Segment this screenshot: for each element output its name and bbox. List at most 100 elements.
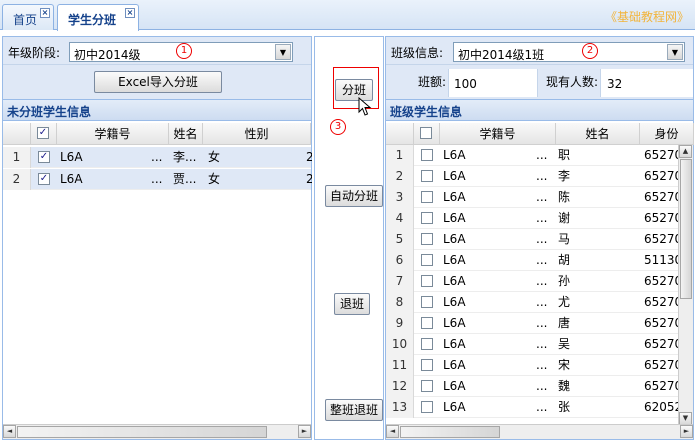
student-id: L6A [443, 295, 466, 309]
table-row[interactable]: 7 L6A... 孙 65270 [386, 271, 693, 292]
row-checkbox[interactable] [421, 338, 433, 350]
student-id-ellipsis: ... [536, 190, 548, 204]
table-row[interactable]: 8 L6A... 尤 65270 [386, 292, 693, 313]
row-number: 11 [386, 355, 414, 376]
row-checkbox[interactable] [421, 401, 433, 413]
student-id-ellipsis: ... [536, 316, 548, 330]
student-id-ellipsis: ... [536, 337, 548, 351]
class-grid-header: 学籍号 姓名 身份 [386, 123, 694, 145]
row-checkbox[interactable] [421, 212, 433, 224]
col-name[interactable]: 姓名 [169, 123, 203, 145]
tab-student-class[interactable]: 学生分班 × [57, 4, 139, 31]
row-checkbox[interactable] [421, 296, 433, 308]
excel-import-button[interactable]: Excel导入分班 [94, 71, 222, 93]
close-icon[interactable]: × [40, 8, 50, 18]
row-checkbox[interactable]: ✓ [38, 151, 50, 163]
select-all-checkbox[interactable] [420, 127, 432, 139]
student-gender: 女 [208, 172, 221, 186]
student-name: 孙 [558, 274, 571, 288]
scroll-thumb[interactable] [400, 426, 500, 438]
withdraw-all-button[interactable]: 整班退班 [325, 399, 383, 421]
scroll-left-icon[interactable]: ◄ [386, 425, 399, 438]
mouse-pointer-icon [358, 97, 372, 116]
table-row[interactable]: 9 L6A... 唐 65270 [386, 313, 693, 334]
row-checkbox[interactable] [421, 170, 433, 182]
student-id: L6A [443, 253, 466, 267]
student-id-number: 65270 [644, 337, 680, 351]
table-row[interactable]: 10 L6A... 吴 65270 [386, 334, 693, 355]
col-gender[interactable]: 性别 [203, 123, 311, 145]
student-id-number: 65270 [644, 274, 680, 288]
scroll-right-icon[interactable]: ► [680, 425, 693, 438]
row-checkbox[interactable] [421, 191, 433, 203]
table-row[interactable]: 3 L6A... 陈 65270 [386, 187, 693, 208]
table-row[interactable]: 12 L6A... 魏 65270 [386, 376, 693, 397]
tab-bar: 首页 × 学生分班 × 《基础教程网》 [0, 0, 695, 31]
student-id-number: 65270 [644, 379, 680, 393]
scroll-thumb[interactable] [17, 426, 267, 438]
table-row[interactable]: 5 L6A... 马 65270 [386, 229, 693, 250]
row-number: 9 [386, 313, 414, 334]
auto-assign-button[interactable]: 自动分班 [325, 185, 383, 207]
class-section-title: 班级学生信息 [386, 99, 693, 121]
row-checkbox[interactable] [421, 380, 433, 392]
scroll-thumb[interactable] [680, 159, 692, 299]
student-name: 李... [173, 150, 197, 164]
table-row[interactable]: 13 L6A... 张 62052 [386, 397, 693, 418]
step-marker-1: 1 [176, 43, 192, 59]
student-id-number: 65270 [644, 211, 680, 225]
student-id: L6A [443, 274, 466, 288]
col-name[interactable]: 姓名 [556, 123, 640, 145]
row-checkbox[interactable] [421, 359, 433, 371]
rownum-header [3, 123, 31, 145]
student-name: 职 [558, 148, 571, 162]
scroll-up-icon[interactable]: ▲ [679, 145, 692, 158]
select-all-checkbox[interactable]: ✓ [37, 127, 49, 139]
student-name: 尤 [558, 295, 571, 309]
table-row[interactable]: 11 L6A... 宋 65270 [386, 355, 693, 376]
vertical-scrollbar[interactable]: ▲ ▼ [678, 145, 693, 425]
row-number: 5 [386, 229, 414, 250]
withdraw-button[interactable]: 退班 [334, 293, 370, 315]
table-row[interactable]: 2 L6A... 李 65270 [386, 166, 693, 187]
table-row[interactable]: 1 L6A... 职 65270 [386, 145, 693, 166]
student-id-ellipsis: ... [536, 295, 548, 309]
row-number: 2 [3, 169, 31, 190]
col-student-id[interactable]: 学籍号 [57, 123, 169, 145]
student-id: L6A [443, 316, 466, 330]
row-checkbox[interactable]: ✓ [38, 173, 50, 185]
row-number: 4 [386, 208, 414, 229]
table-row[interactable]: 4 L6A... 谢 65270 [386, 208, 693, 229]
rownum-header [386, 123, 414, 145]
student-id: L6A [443, 358, 466, 372]
student-id-number: 65270 [644, 169, 680, 183]
chevron-down-icon[interactable]: ▼ [667, 44, 683, 60]
row-checkbox[interactable] [421, 275, 433, 287]
col-student-id[interactable]: 学籍号 [440, 123, 556, 145]
row-checkbox[interactable] [421, 317, 433, 329]
student-name: 谢 [558, 211, 571, 225]
student-extra: 2 [306, 150, 312, 164]
chevron-down-icon[interactable]: ▼ [275, 44, 291, 60]
scroll-left-icon[interactable]: ◄ [3, 425, 16, 438]
tab-home[interactable]: 首页 × [2, 4, 54, 30]
grade-value: 初中2014级 [74, 48, 141, 62]
class-select[interactable]: 初中2014级1班 ▼ [453, 42, 685, 62]
table-row[interactable]: 6 L6A... 胡 51130 [386, 250, 693, 271]
student-id-number: 65270 [644, 358, 680, 372]
close-icon[interactable]: × [125, 8, 135, 18]
student-id-ellipsis: ... [536, 211, 548, 225]
unassigned-grid-header: ✓ 学籍号 姓名 性别 [3, 123, 311, 145]
horizontal-scrollbar[interactable]: ◄ ► [3, 424, 311, 439]
student-id-ellipsis: ... [151, 150, 163, 164]
scroll-right-icon[interactable]: ► [298, 425, 311, 438]
table-row[interactable]: 1 ✓ L6A ... 李... 女 2 [3, 147, 312, 168]
row-checkbox[interactable] [421, 254, 433, 266]
row-number: 1 [386, 145, 414, 166]
col-id-number[interactable]: 身份 [640, 123, 694, 145]
horizontal-scrollbar[interactable]: ◄ ► [386, 424, 693, 439]
table-row[interactable]: 2 ✓ L6A ... 贾... 女 2 [3, 169, 312, 190]
row-checkbox[interactable] [421, 149, 433, 161]
student-name: 贾... [173, 172, 197, 186]
row-checkbox[interactable] [421, 233, 433, 245]
